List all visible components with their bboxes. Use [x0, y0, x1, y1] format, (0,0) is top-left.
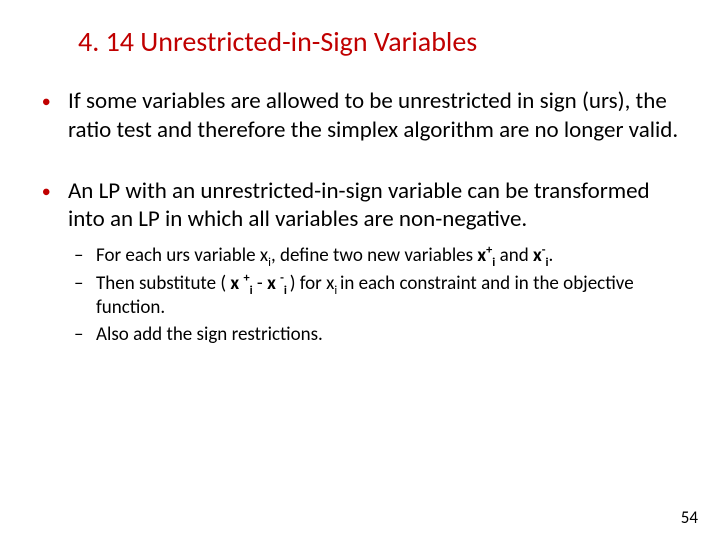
sub-list: For each urs variable xi, define two new… — [74, 244, 680, 347]
bullet-item: An LP with an unrestricted-in-sign varia… — [40, 177, 680, 348]
var-bold: x +i — [230, 272, 252, 295]
sub-text: Then substitute ( — [96, 272, 230, 295]
sub-text: For each urs variable x — [96, 244, 268, 267]
sub-text: ) for x — [290, 272, 335, 295]
bullet-text: If some variables are allowed to be unre… — [68, 87, 678, 144]
sub-text: . — [549, 244, 554, 267]
var-bold: x-i — [533, 244, 549, 267]
bullet-list: If some variables are allowed to be unre… — [40, 87, 680, 347]
sub-text: , define two new variables — [271, 244, 477, 267]
slide-title: 4. 14 Unrestricted-in-Sign Variables — [78, 24, 680, 59]
sub-text: Also add the sign restrictions. — [96, 323, 323, 346]
page-number: 54 — [681, 507, 698, 528]
bullet-text: An LP with an unrestricted-in-sign varia… — [68, 177, 650, 234]
sub-item: Also add the sign restrictions. — [74, 323, 680, 347]
bullet-item: If some variables are allowed to be unre… — [40, 87, 680, 145]
var-bold: x+i — [477, 244, 495, 267]
sub-text: and — [495, 244, 533, 267]
sub-item: Then substitute ( x +i - x -i ) for xi i… — [74, 272, 680, 320]
sub-text: - — [253, 272, 267, 295]
sub-item: For each urs variable xi, define two new… — [74, 244, 680, 268]
var-bold: x -i — [267, 272, 290, 295]
